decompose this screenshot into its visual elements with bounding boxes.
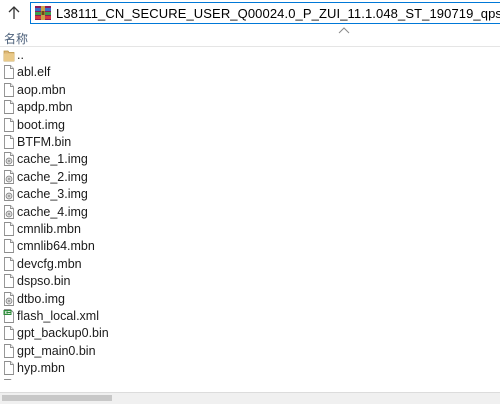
file-name: flash_local.xml [17, 309, 99, 323]
list-item[interactable]: devcfg.mbn [0, 256, 500, 273]
file-icon [3, 221, 15, 237]
file-name: keymaster64.mbn [17, 378, 116, 380]
file-name: abl.elf [17, 65, 51, 80]
file-name: cache_4.img [17, 204, 88, 219]
list-item[interactable]: cache_2.img [0, 169, 500, 186]
list-item[interactable]: flash_local.xml [0, 308, 500, 325]
column-header-name[interactable]: 名称 [4, 30, 28, 47]
list-item[interactable]: dspso.bin [0, 273, 500, 290]
scrollbar-thumb[interactable] [2, 395, 112, 401]
file-icon [3, 273, 15, 289]
arrow-up-icon [8, 6, 20, 19]
list-item[interactable]: apdp.mbn [0, 99, 500, 116]
address-bar[interactable]: L38111_CN_SECURE_USER_Q00024.0_P_ZUI_11.… [30, 2, 500, 24]
file-icon [3, 378, 15, 380]
file-name: aop.mbn [17, 82, 66, 97]
toolbar: L38111_CN_SECURE_USER_Q00024.0_P_ZUI_11.… [0, 0, 500, 26]
disk-image-file-icon [3, 151, 15, 167]
list-item[interactable]: BTFM.bin [0, 134, 500, 151]
file-name: dspso.bin [17, 274, 71, 289]
file-icon [3, 82, 15, 98]
list-item[interactable]: cache_3.img [0, 186, 500, 203]
winrar-archive-icon [35, 6, 51, 20]
list-item[interactable]: aop.mbn [0, 82, 500, 99]
file-name: cmnlib64.mbn [17, 239, 95, 254]
file-name: cache_2.img [17, 169, 88, 184]
file-icon [3, 256, 15, 272]
file-icon [3, 343, 15, 359]
list-item[interactable]: keymaster64.mbn [0, 378, 500, 380]
file-icon [3, 325, 15, 341]
disk-image-file-icon [3, 204, 15, 220]
file-icon [3, 360, 15, 376]
file-icon [3, 99, 15, 115]
list-item[interactable]: dtbo.img [0, 291, 500, 308]
list-item[interactable]: gpt_backup0.bin [0, 325, 500, 342]
file-name: boot.img [17, 117, 65, 132]
list-item[interactable]: hyp.mbn [0, 360, 500, 377]
address-path[interactable]: L38111_CN_SECURE_USER_Q00024.0_P_ZUI_11.… [56, 6, 500, 21]
xml-file-icon [3, 308, 15, 324]
chevron-up-icon [338, 27, 350, 34]
file-name: dtbo.img [17, 291, 65, 306]
disk-image-file-icon [3, 291, 15, 307]
file-list[interactable]: .. abl.elf aop.mbn apdp.mbn boot.img BTFM.bin… [0, 47, 500, 380]
list-item[interactable]: boot.img [0, 117, 500, 134]
file-icon [3, 117, 15, 133]
folder-icon [3, 47, 15, 63]
file-name: apdp.mbn [17, 100, 73, 115]
list-item[interactable]: cmnlib.mbn [0, 221, 500, 238]
up-button[interactable] [2, 2, 26, 24]
disk-image-file-icon [3, 186, 15, 202]
file-name: BTFM.bin [17, 135, 72, 149]
list-item[interactable]: cache_4.img [0, 204, 500, 221]
file-icon [3, 238, 15, 254]
divider [0, 392, 500, 393]
disk-image-file-icon [3, 169, 15, 185]
list-item[interactable]: cmnlib64.mbn [0, 238, 500, 255]
file-name: cache_3.img [17, 187, 88, 202]
list-item[interactable]: gpt_main0.bin [0, 343, 500, 360]
list-item[interactable]: abl.elf [0, 64, 500, 81]
list-item[interactable]: .. [0, 47, 500, 64]
file-name: hyp.mbn [17, 361, 65, 376]
file-name: devcfg.mbn [17, 256, 82, 271]
file-icon [3, 134, 15, 150]
horizontal-scrollbar[interactable] [0, 392, 500, 404]
file-icon [3, 64, 15, 80]
list-item[interactable]: cache_1.img [0, 151, 500, 168]
file-name: gpt_backup0.bin [17, 326, 109, 341]
file-name: cmnlib.mbn [17, 222, 81, 236]
column-header-row: 名称 [0, 26, 500, 47]
file-name: cache_1.img [17, 152, 88, 167]
file-name: .. [17, 48, 24, 62]
file-name: gpt_main0.bin [17, 343, 96, 358]
